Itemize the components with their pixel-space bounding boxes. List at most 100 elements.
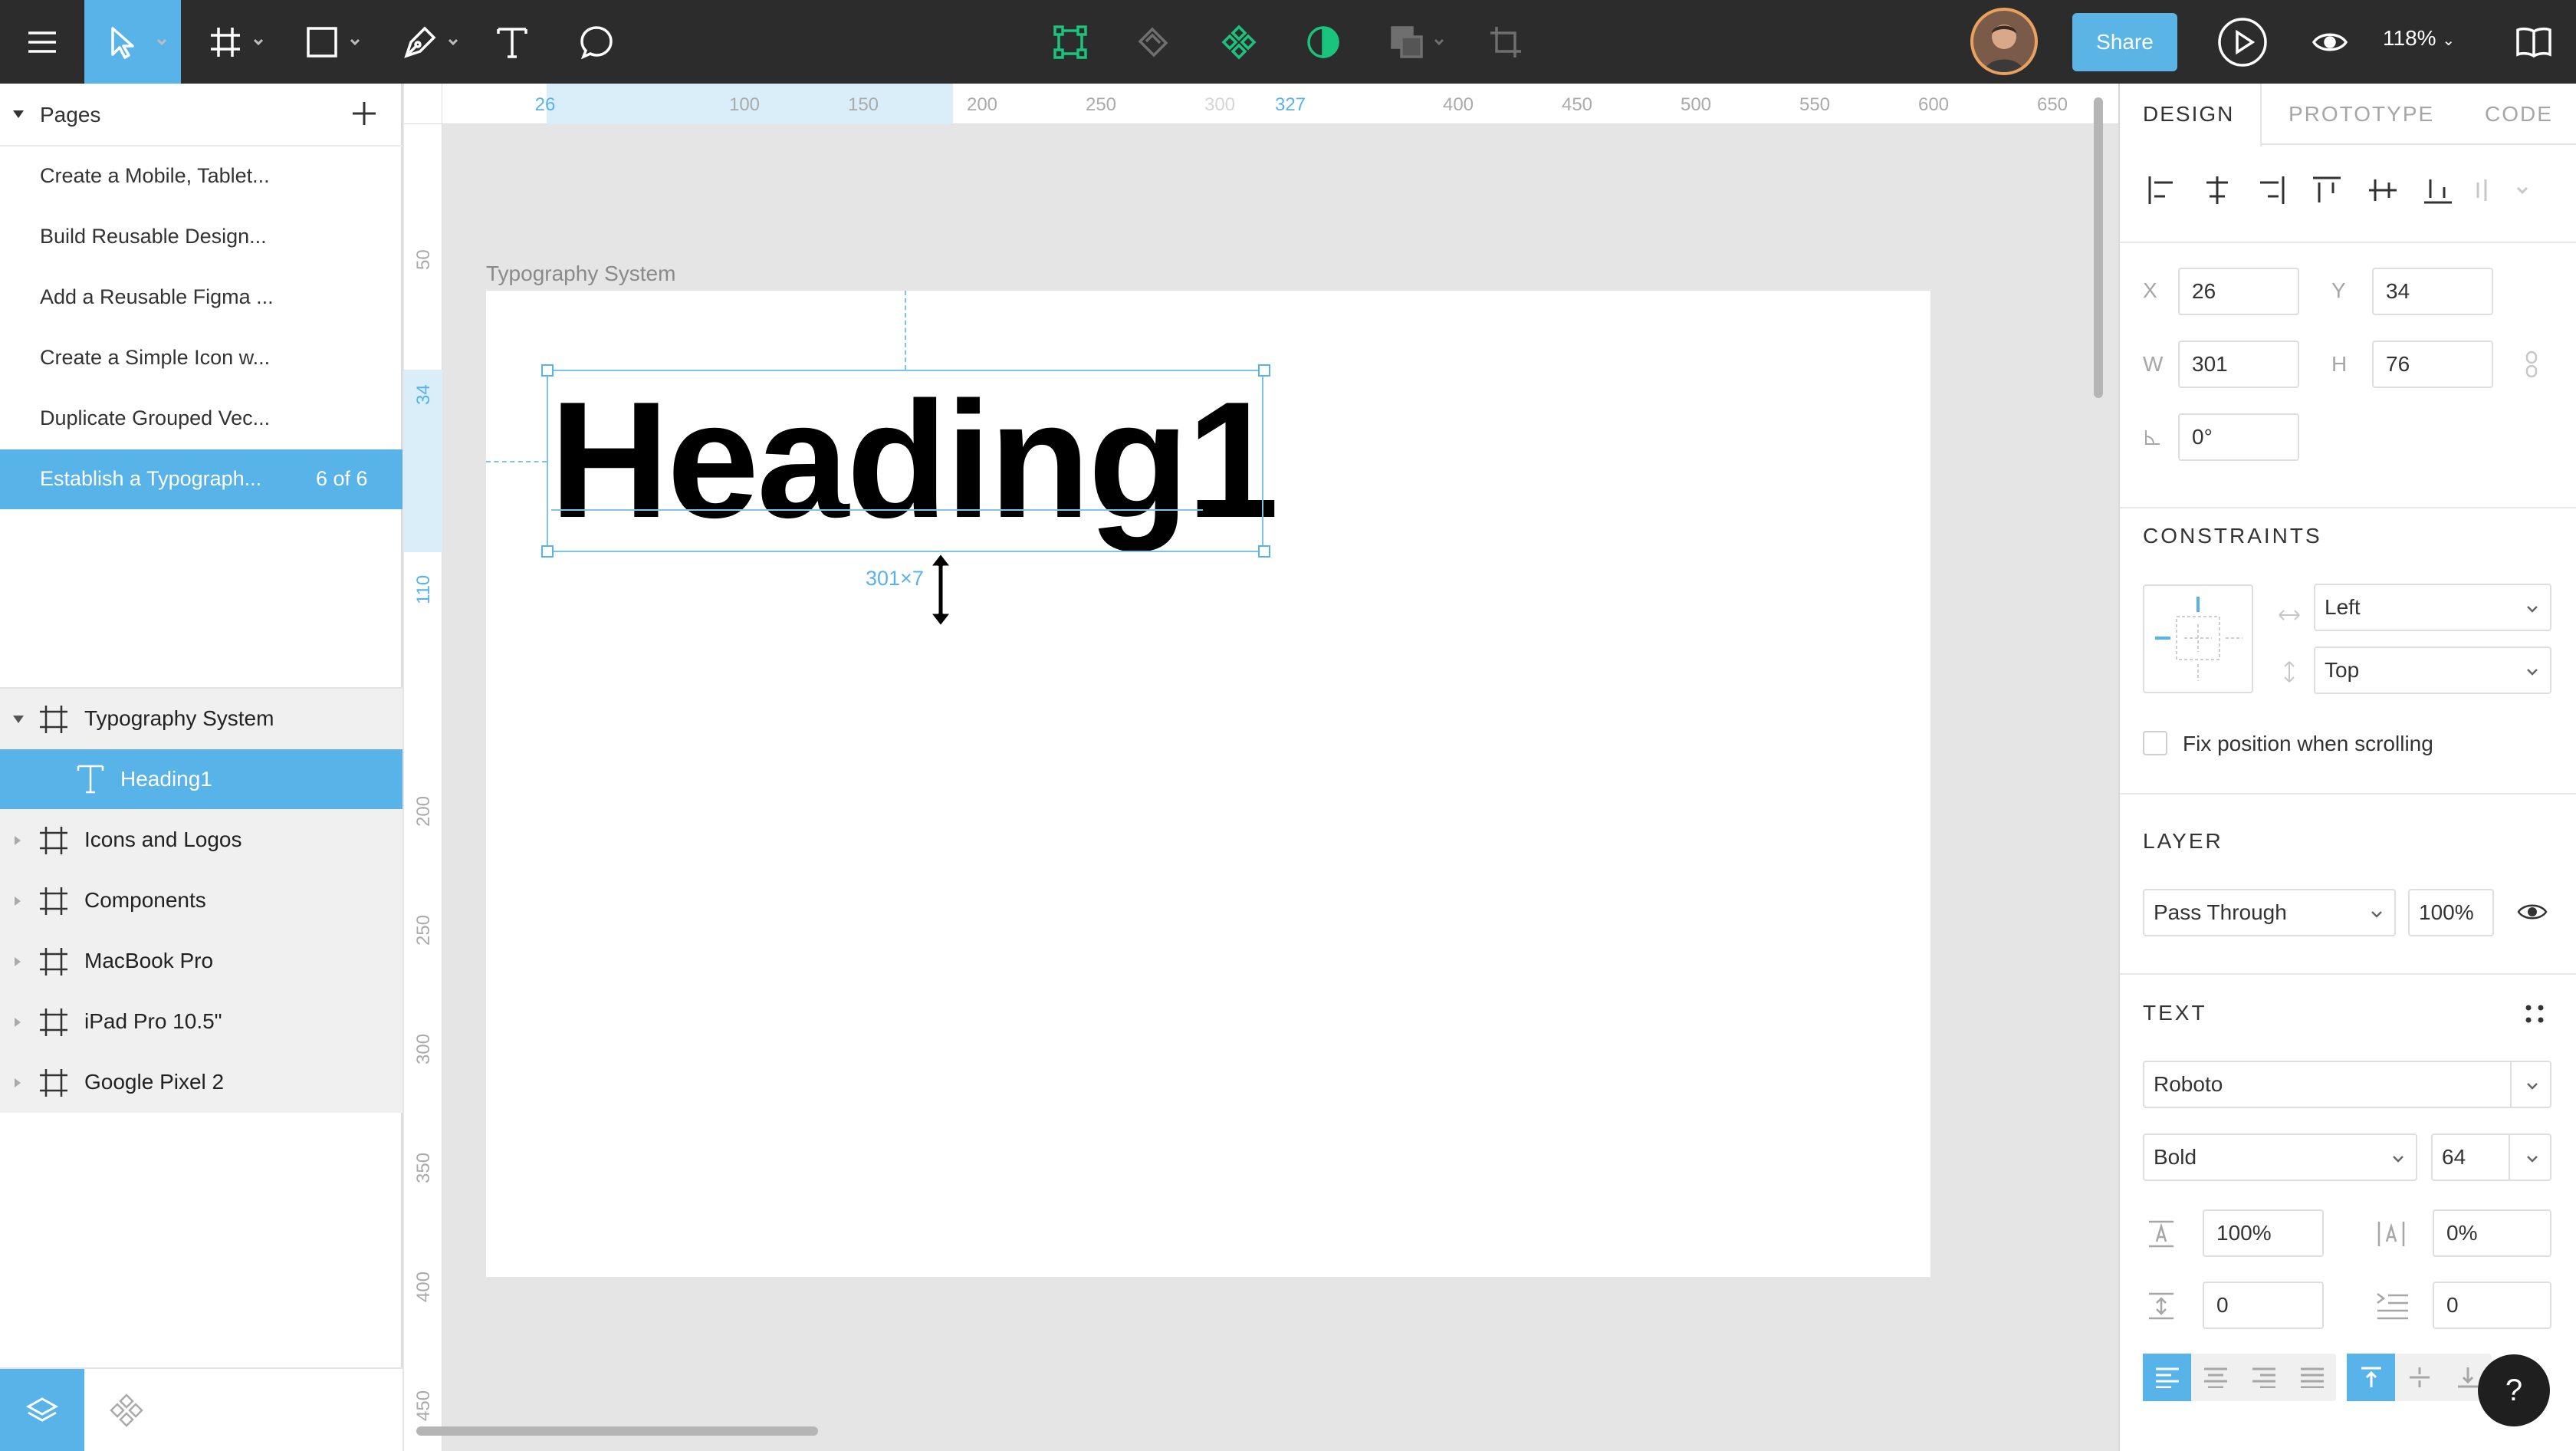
book-icon[interactable] <box>2509 0 2559 84</box>
text-settings-icon[interactable] <box>2525 1004 2545 1024</box>
font-size-select[interactable]: 64 <box>2431 1133 2551 1181</box>
zoom-level[interactable]: 118% ⌄ <box>2383 26 2455 51</box>
frame-icon <box>38 1007 69 1038</box>
vertical-align-middle-icon[interactable] <box>2395 1354 2443 1401</box>
constrain-proportions-icon[interactable] <box>2523 350 2540 378</box>
ruler-tick: 34 <box>413 384 434 405</box>
opacity-field[interactable]: 100% <box>2408 889 2494 936</box>
letter-spacing-field[interactable]: 0% <box>2433 1209 2551 1257</box>
help-button[interactable]: ? <box>2478 1354 2550 1426</box>
share-button[interactable]: Share <box>2072 13 2177 71</box>
align-bottom-icon[interactable] <box>2417 169 2459 211</box>
visibility-eye-icon[interactable] <box>2517 901 2548 923</box>
font-family-select[interactable]: Roboto <box>2143 1061 2551 1108</box>
layer-row-ipad-pro[interactable]: iPad Pro 10.5" <box>0 992 402 1051</box>
layer-row-components[interactable]: Components <box>0 870 402 930</box>
comment-tool-button[interactable] <box>573 0 619 84</box>
page-item[interactable]: Build Reusable Design... <box>0 207 402 267</box>
blend-mode-select[interactable]: Pass Through <box>2143 889 2396 936</box>
resize-handle-top-right[interactable] <box>1258 364 1270 377</box>
paragraph-indent-field[interactable]: 0 <box>2433 1282 2551 1329</box>
text-tool-button[interactable] <box>491 0 534 84</box>
align-right-icon[interactable] <box>2250 169 2292 211</box>
layer-row-google-pixel-2[interactable]: Google Pixel 2 <box>0 1052 402 1112</box>
page-item[interactable]: Create a Mobile, Tablet... <box>0 146 402 206</box>
page-item[interactable]: Duplicate Grouped Vec... <box>0 389 402 449</box>
vertical-scrollbar[interactable] <box>2094 97 2103 398</box>
layer-row-macbook-pro[interactable]: MacBook Pro <box>0 931 402 991</box>
page-item[interactable]: Create a Simple Icon w... <box>0 328 402 388</box>
layer-row-typography-system[interactable]: Typography System <box>0 689 402 749</box>
chevron-down-icon[interactable] <box>2502 169 2543 211</box>
align-left-icon[interactable] <box>2141 169 2183 211</box>
present-play-icon[interactable] <box>2216 0 2269 84</box>
horizontal-scrollbar[interactable] <box>416 1426 818 1436</box>
assets-tab[interactable] <box>84 1369 169 1451</box>
vertical-align-top-icon[interactable] <box>2347 1354 2395 1401</box>
align-horizontal-center-icon[interactable] <box>2196 169 2238 211</box>
vertical-constraint-select[interactable]: Top <box>2314 647 2551 694</box>
rectangle-tool-button[interactable] <box>297 0 366 84</box>
edit-vector-icon[interactable] <box>1049 0 1092 84</box>
resize-handle-top-left[interactable] <box>541 364 554 377</box>
horizontal-constraint-select[interactable]: Left <box>2314 584 2551 631</box>
canvas[interactable]: 26 100 150 200 250 300 327 400 450 500 5… <box>404 84 2118 1451</box>
frame-tool-button[interactable] <box>201 0 270 84</box>
menu-icon[interactable] <box>15 0 69 84</box>
fix-position-checkbox[interactable] <box>2143 731 2167 755</box>
move-tool-button[interactable] <box>84 0 181 84</box>
height-field[interactable]: 76 <box>2372 341 2493 388</box>
frame-label[interactable]: Typography System <box>486 262 675 286</box>
rotation-field[interactable]: 0° <box>2178 413 2299 461</box>
avatar[interactable] <box>1970 8 2038 75</box>
text-align-left-icon[interactable] <box>2143 1354 2191 1401</box>
y-field[interactable]: 34 <box>2372 268 2493 315</box>
page-item[interactable]: Add a Reusable Figma ... <box>0 268 402 327</box>
resize-handle-bottom-left[interactable] <box>541 545 554 558</box>
chevron-down-icon <box>350 37 360 48</box>
constraints-widget[interactable] <box>2143 584 2253 693</box>
triangle-right-icon[interactable] <box>14 896 21 906</box>
ruler-tick: 300 <box>1204 94 1236 115</box>
page-item-active[interactable]: Establish a Typograph... 6 of 6 <box>0 449 402 509</box>
text-align-center-icon[interactable] <box>2191 1354 2239 1401</box>
triangle-down-icon[interactable] <box>12 110 25 119</box>
resize-handle-bottom-right[interactable] <box>1258 545 1270 558</box>
layers-icon <box>25 1397 59 1422</box>
triangle-right-icon[interactable] <box>14 956 21 967</box>
pen-tool-button[interactable] <box>396 0 465 84</box>
tab-code[interactable]: CODE <box>2485 102 2553 127</box>
text-align-right-icon[interactable] <box>2239 1354 2288 1401</box>
distribute-icon[interactable] <box>2465 169 2506 211</box>
mask-icon[interactable] <box>1302 0 1345 84</box>
align-top-icon[interactable] <box>2306 169 2348 211</box>
line-height-field[interactable]: 100% <box>2203 1209 2324 1257</box>
layer-row-heading1[interactable]: Heading1 <box>0 749 402 809</box>
x-field[interactable]: 26 <box>2178 268 2299 315</box>
paragraph-spacing-field[interactable]: 0 <box>2203 1282 2324 1329</box>
font-weight-select[interactable]: Bold <box>2143 1133 2417 1181</box>
layer-row-icons-and-logos[interactable]: Icons and Logos <box>0 810 402 870</box>
spacing-guide-horizontal <box>486 461 547 462</box>
boolean-icon[interactable] <box>1132 0 1175 84</box>
pages-header[interactable]: Pages <box>0 84 402 146</box>
w-label: W <box>2143 352 2164 376</box>
triangle-right-icon[interactable] <box>14 835 21 846</box>
add-page-icon[interactable] <box>351 100 377 127</box>
component-icon[interactable] <box>1217 0 1260 84</box>
tab-design[interactable]: DESIGN <box>2143 102 2234 127</box>
line-height-icon <box>2146 1219 2177 1249</box>
triangle-right-icon[interactable] <box>14 1078 21 1088</box>
layers-tab[interactable] <box>0 1369 84 1451</box>
triangle-down-icon[interactable] <box>12 715 25 724</box>
align-vertical-center-icon[interactable] <box>2362 169 2404 211</box>
boolean-group-icon[interactable] <box>1385 0 1446 84</box>
width-field[interactable]: 301 <box>2178 341 2299 388</box>
view-eye-icon[interactable] <box>2306 0 2354 84</box>
frame-icon <box>38 825 69 856</box>
selection-box[interactable] <box>547 370 1263 552</box>
triangle-right-icon[interactable] <box>14 1017 21 1028</box>
tab-prototype[interactable]: PROTOTYPE <box>2288 102 2434 127</box>
crop-icon[interactable] <box>1484 0 1527 84</box>
text-align-justify-icon[interactable] <box>2288 1354 2336 1401</box>
